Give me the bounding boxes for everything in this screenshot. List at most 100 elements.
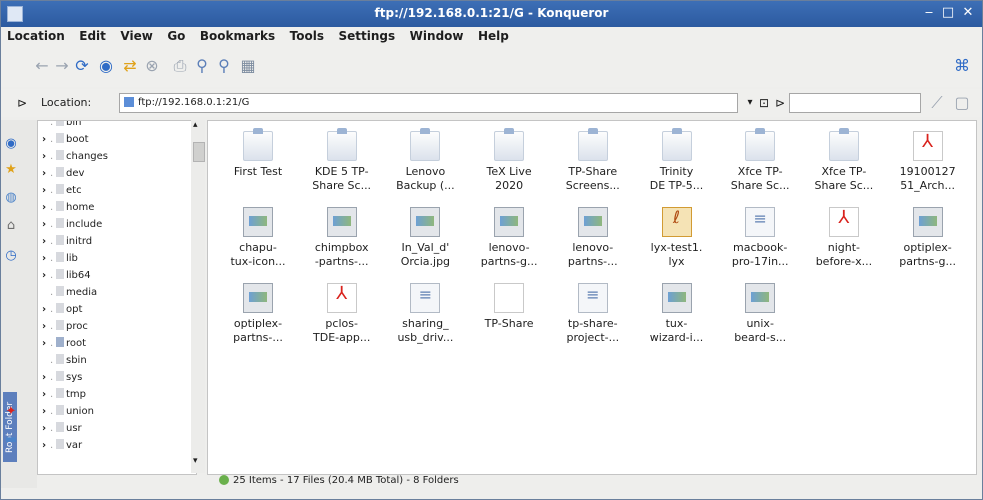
home-folder-icon[interactable]: ⌂ bbox=[3, 218, 19, 234]
tree-node[interactable]: ›. changes bbox=[42, 150, 108, 164]
expand-arrow-icon[interactable]: › bbox=[42, 372, 50, 383]
up-icon[interactable]: ⟳ bbox=[71, 55, 93, 77]
file-item[interactable]: sharing_usb_driv... bbox=[383, 283, 467, 345]
history-icon[interactable]: ◷ bbox=[3, 248, 19, 264]
file-item[interactable]: night-before-x... bbox=[802, 207, 886, 269]
tree-node[interactable]: ›. usr bbox=[42, 422, 82, 436]
title-bar[interactable]: ftp://192.168.0.1:21/G - Konqueror ‒ □ ✕ bbox=[1, 1, 982, 27]
services-icon[interactable]: ✦ bbox=[3, 404, 19, 420]
file-item[interactable]: First Test bbox=[216, 128, 300, 179]
view-mode-icon[interactable]: ▦ bbox=[237, 55, 259, 77]
file-item[interactable]: In_Val_d' Orcia.jpg bbox=[383, 207, 467, 269]
file-item[interactable]: Xfce TP- Share Sc... bbox=[718, 128, 802, 193]
file-item[interactable]: 1910012751_Arch... bbox=[886, 131, 970, 193]
menu-help[interactable]: Help bbox=[472, 27, 514, 43]
reload-icon[interactable]: ⇄ bbox=[119, 55, 141, 77]
file-item[interactable]: lyx-test1.lyx bbox=[635, 207, 719, 269]
file-item[interactable]: lenovo-partns-g... bbox=[467, 207, 551, 269]
tree-node[interactable]: ›. dev bbox=[42, 167, 84, 181]
zoom-out-icon[interactable]: ⚲ bbox=[213, 55, 235, 77]
search-input[interactable] bbox=[789, 93, 921, 113]
tree-node[interactable]: ›. include bbox=[42, 218, 102, 232]
tree-node[interactable]: ›. var bbox=[42, 439, 82, 453]
menu-bookmarks[interactable]: Bookmarks bbox=[194, 27, 280, 43]
devices-icon[interactable]: ▬ bbox=[3, 432, 19, 448]
expand-arrow-icon[interactable]: › bbox=[42, 202, 50, 213]
tree-node[interactable]: ›. proc bbox=[42, 320, 88, 334]
scroll-up-icon[interactable]: ▴ bbox=[193, 120, 198, 130]
file-item[interactable]: tux-wizard-i... bbox=[635, 283, 719, 345]
tree-node[interactable]: . bin bbox=[42, 121, 81, 130]
tree-scrollbar[interactable]: ▴ ▾ bbox=[191, 120, 205, 473]
expand-arrow-icon[interactable]: › bbox=[42, 406, 50, 417]
tree-node[interactable]: ›. lib64 bbox=[42, 269, 91, 283]
tree-node[interactable]: ›. opt bbox=[42, 303, 82, 317]
file-item[interactable]: optiplex-partns-... bbox=[216, 283, 300, 345]
tree-node[interactable]: ›. sys bbox=[42, 371, 82, 385]
file-item[interactable]: lenovo-partns-... bbox=[551, 207, 635, 269]
minimize-icon[interactable]: ‒ bbox=[921, 5, 937, 21]
file-item[interactable]: optiplex-partns-g... bbox=[886, 207, 970, 269]
tree-node[interactable]: ›. root bbox=[42, 337, 86, 351]
expand-arrow-icon[interactable]: › bbox=[42, 219, 50, 230]
clear-location-icon[interactable]: ⊳ bbox=[11, 92, 33, 114]
menu-edit[interactable]: Edit bbox=[73, 27, 111, 43]
bookmarks-icon[interactable]: ◉ bbox=[3, 136, 19, 152]
expand-arrow-icon[interactable]: › bbox=[42, 236, 50, 247]
expand-arrow-icon[interactable]: › bbox=[42, 168, 50, 179]
file-item[interactable]: TP-Share Screens... bbox=[551, 128, 635, 193]
expand-arrow-icon[interactable]: › bbox=[42, 253, 50, 264]
file-item[interactable]: chapu-tux-icon... bbox=[216, 207, 300, 269]
close-icon[interactable]: ✕ bbox=[960, 5, 976, 21]
file-item[interactable]: unix-beard-s... bbox=[718, 283, 802, 345]
expand-arrow-icon[interactable]: › bbox=[42, 321, 50, 332]
expand-arrow-icon[interactable]: › bbox=[42, 151, 50, 162]
root-folder-tab[interactable]: Root Folder bbox=[3, 392, 17, 462]
file-item[interactable]: tp-share-project-... bbox=[551, 283, 635, 345]
file-item[interactable]: pclos-TDE-app... bbox=[300, 283, 384, 345]
tree-node[interactable]: ›. tmp bbox=[42, 388, 86, 402]
file-item[interactable]: chimpbox -partns-... bbox=[300, 207, 384, 269]
tree-node[interactable]: ›. lib bbox=[42, 252, 78, 266]
back-icon[interactable]: ← bbox=[31, 55, 53, 77]
expand-arrow-icon[interactable]: › bbox=[42, 423, 50, 434]
scrollbar-thumb[interactable] bbox=[193, 142, 205, 162]
file-item[interactable]: KDE 5 TP- Share Sc... bbox=[300, 128, 384, 193]
menu-go[interactable]: Go bbox=[161, 27, 190, 43]
expand-arrow-icon[interactable]: › bbox=[42, 270, 50, 281]
file-item[interactable]: TP-Share bbox=[467, 283, 551, 331]
scroll-down-icon[interactable]: ▾ bbox=[193, 456, 198, 466]
maximize-icon[interactable]: □ bbox=[940, 5, 956, 21]
expand-arrow-icon[interactable]: › bbox=[42, 304, 50, 315]
menu-window[interactable]: Window bbox=[404, 27, 469, 43]
zoom-in-icon[interactable]: ⚲ bbox=[191, 55, 213, 77]
file-item[interactable]: macbook-pro-17in... bbox=[718, 207, 802, 269]
location-input[interactable]: ftp://192.168.0.1:21/G bbox=[119, 93, 738, 113]
tree-node[interactable]: ›. home bbox=[42, 201, 94, 215]
menu-view[interactable]: View bbox=[114, 27, 157, 43]
clear-search-icon[interactable]: ▢ bbox=[951, 92, 973, 114]
file-item[interactable]: Trinity DE TP-5... bbox=[635, 128, 719, 193]
forward-icon[interactable]: → bbox=[51, 55, 73, 77]
network-icon[interactable]: ◍ bbox=[3, 190, 19, 206]
stop-icon[interactable]: ⊗ bbox=[141, 55, 163, 77]
menu-settings[interactable]: Settings bbox=[333, 27, 401, 43]
search-provider-icon[interactable]: ⊳ bbox=[769, 92, 791, 114]
home-icon[interactable]: ◉ bbox=[95, 55, 117, 77]
expand-arrow-icon[interactable]: › bbox=[42, 389, 50, 400]
tree-node[interactable]: . media bbox=[42, 286, 97, 300]
tree-node[interactable]: ›. initrd bbox=[42, 235, 92, 249]
print-icon[interactable]: ⎙ bbox=[169, 55, 191, 77]
menu-tools[interactable]: Tools bbox=[284, 27, 329, 43]
file-item[interactable]: TeX Live 2020 bbox=[467, 128, 551, 193]
file-item[interactable]: Lenovo Backup (... bbox=[383, 128, 467, 193]
tree-node[interactable]: ›. etc bbox=[42, 184, 82, 198]
expand-arrow-icon[interactable]: › bbox=[42, 440, 50, 451]
expand-arrow-icon[interactable]: › bbox=[42, 134, 50, 145]
expand-arrow-icon[interactable]: › bbox=[42, 338, 50, 349]
search-go-icon[interactable]: ⟋ bbox=[926, 92, 948, 114]
menu-location[interactable]: Location bbox=[1, 27, 70, 43]
tree-node[interactable]: . sbin bbox=[42, 354, 87, 368]
tree-node[interactable]: ›. boot bbox=[42, 133, 89, 147]
expand-arrow-icon[interactable]: › bbox=[42, 185, 50, 196]
